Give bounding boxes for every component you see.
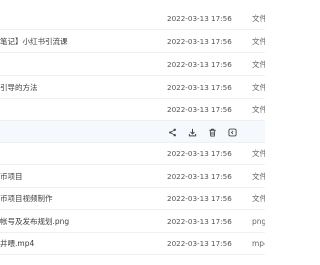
file-name — [0, 8, 160, 30]
file-type: 文件 — [252, 37, 265, 46]
file-name — [0, 99, 160, 121]
modified-time: 2022-03-13 17:56 — [167, 83, 232, 92]
file-row[interactable]: 2022-03-13 17:56 文件 — [0, 54, 265, 76]
file-type: 文件 — [252, 83, 265, 92]
file-name — [0, 143, 160, 165]
modified-time: 2022-03-13 17:56 — [167, 60, 232, 69]
modified-time: 2022-03-13 17:56 — [167, 217, 232, 226]
file-row[interactable]: 笔记】小红书引流课 2022-03-13 17:56 文件 — [0, 31, 265, 53]
file-name — [0, 54, 160, 76]
delete-icon[interactable] — [208, 128, 217, 137]
file-row[interactable]: 2022-03-13 17:56 文件 — [0, 8, 265, 30]
download-icon[interactable] — [188, 128, 197, 137]
file-row[interactable]: 币项目视频制作 2022-03-13 17:56 文件 — [0, 188, 265, 210]
modified-time: 2022-03-13 17:56 — [167, 37, 232, 46]
modified-time: 2022-03-13 17:56 — [167, 172, 232, 181]
file-row[interactable]: 2022-03-13 17:56 文件 — [0, 143, 265, 165]
modified-time: 2022-03-13 17:56 — [167, 105, 232, 114]
file-name: 币项目 — [0, 172, 23, 181]
file-row[interactable]: 帐号及发布规划.png 2022-03-13 17:56 png — [0, 211, 265, 233]
row-actions — [168, 121, 248, 143]
file-type: 文件 — [252, 149, 265, 158]
file-list: 2022-03-13 17:56 文件 笔记】小红书引流课 2022-03-13… — [0, 0, 265, 265]
file-name — [0, 121, 160, 143]
file-type: 文件 — [252, 172, 265, 181]
file-type: 文件 — [252, 105, 265, 114]
file-type: 文件 — [252, 194, 265, 203]
file-row[interactable]: 2022-03-13 17:56 文件 — [0, 99, 265, 121]
file-row-hovered[interactable] — [0, 121, 265, 143]
modified-time: 2022-03-13 17:56 — [167, 194, 232, 203]
file-row[interactable]: 井喂.mp4 2022-03-13 17:56 mp4 — [0, 233, 265, 255]
share-icon[interactable] — [168, 128, 177, 137]
file-name: 井喂.mp4 — [0, 239, 35, 248]
file-name: 引导的方法 — [0, 83, 38, 92]
file-type: 文件 — [252, 60, 265, 69]
modified-time: 2022-03-13 17:56 — [167, 239, 232, 248]
file-name: 笔记】小红书引流课 — [0, 37, 68, 46]
modified-time: 2022-03-13 17:56 — [167, 149, 232, 158]
file-type: mp4 — [252, 239, 265, 248]
file-name: 币项目视频制作 — [0, 194, 53, 203]
more-icon[interactable] — [228, 128, 237, 137]
file-row[interactable]: 币项目 2022-03-13 17:56 文件 — [0, 166, 265, 188]
file-type: 文件 — [252, 14, 265, 23]
file-name: 帐号及发布规划.png — [0, 217, 70, 226]
modified-time: 2022-03-13 17:56 — [167, 14, 232, 23]
file-type: png — [252, 217, 265, 226]
file-row[interactable]: 引导的方法 2022-03-13 17:56 文件 — [0, 77, 265, 99]
